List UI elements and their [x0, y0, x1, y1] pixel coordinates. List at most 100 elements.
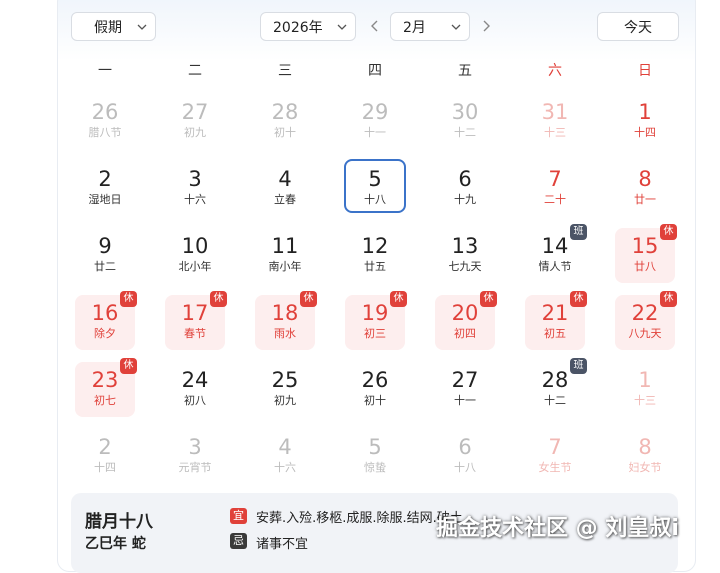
day-cell[interactable]: 31 十三: [525, 94, 585, 149]
day-cell[interactable]: 11 南小年: [255, 228, 315, 283]
day-number: 8: [638, 435, 652, 459]
lunar-label: 十八: [454, 461, 476, 474]
day-cell[interactable]: 27 十一: [435, 362, 495, 417]
weekday-label: 五: [458, 63, 472, 79]
day-cell[interactable]: 1 十三: [615, 362, 675, 417]
day-cell[interactable]: 17 春节休: [165, 291, 227, 350]
day-cell[interactable]: 3 元宵节: [165, 429, 225, 484]
day-number: 30: [451, 100, 479, 124]
day-cell[interactable]: 4 十六: [255, 429, 315, 484]
lunar-label: 十一: [454, 394, 476, 407]
day-number: 5: [368, 435, 382, 459]
day-cell[interactable]: 6 十九: [435, 161, 495, 216]
day-cell[interactable]: 30 十二: [435, 94, 495, 149]
day-cell[interactable]: 3 十六: [165, 161, 225, 216]
day-cell[interactable]: 26 腊八节: [75, 94, 135, 149]
day-number: 5: [368, 167, 382, 191]
day-cell[interactable]: 7 女生节: [525, 429, 585, 484]
day-cell[interactable]: 4 立春: [255, 161, 315, 216]
holiday-select-label: 假期: [94, 19, 122, 36]
day-number: 26: [91, 100, 119, 124]
day-number: 11: [271, 234, 299, 258]
yi-badge: 宜: [230, 508, 247, 524]
day-cell[interactable]: 1 十四: [615, 94, 675, 149]
lunar-label: 情人节: [538, 260, 572, 273]
day-cell[interactable]: 23 初七休: [75, 358, 137, 417]
day-cell[interactable]: 12 廿五: [345, 228, 405, 283]
day-cell[interactable]: 14 情人节班: [525, 224, 587, 283]
weekday-label: 六: [548, 63, 562, 79]
day-cell[interactable]: 24 初八: [165, 362, 225, 417]
day-cell[interactable]: 2 湿地日: [75, 161, 135, 216]
day-cell[interactable]: 13 七九天: [435, 228, 495, 283]
rest-badge: 休: [120, 291, 137, 307]
day-cell[interactable]: 16 除夕休: [75, 291, 137, 350]
day-cell[interactable]: 5 惊蛰: [345, 429, 405, 484]
workday-badge: 班: [570, 224, 587, 240]
lunar-label: 七九天: [448, 260, 482, 273]
lunar-label: 元宵节: [178, 461, 212, 474]
month-select-label: 2月: [403, 19, 426, 36]
yi-text: 安葬.入殓.移柩.成服.除服.结网.破土: [256, 511, 463, 526]
day-cell[interactable]: 6 十八: [435, 429, 495, 484]
lunar-label: 廿二: [94, 260, 116, 273]
day-number: 27: [451, 368, 479, 392]
day-cell[interactable]: 28 初十: [255, 94, 315, 149]
day-cell[interactable]: 28 十二班: [525, 358, 587, 417]
day-number: 29: [361, 100, 389, 124]
day-cell[interactable]: 8 廿一: [615, 161, 675, 216]
watermark: 掘金技术社区 @ 刘皇叔i: [436, 516, 679, 541]
day-cell[interactable]: 25 初九: [255, 362, 315, 417]
day-number: 6: [458, 167, 472, 191]
day-cell[interactable]: 18 雨水休: [255, 291, 317, 350]
lunar-label: 雨水: [274, 327, 296, 340]
day-cell[interactable]: 5 十八: [344, 159, 406, 213]
day-number: 1: [638, 368, 652, 392]
workday-badge: 班: [570, 358, 587, 374]
day-cell[interactable]: 8 妇女节: [615, 429, 675, 484]
day-cell[interactable]: 10 北小年: [165, 228, 225, 283]
rest-badge: 休: [660, 291, 677, 307]
day-cell[interactable]: 19 初三休: [345, 291, 407, 350]
lunar-label: 北小年: [178, 260, 212, 273]
day-cell[interactable]: 21 初五休: [525, 291, 587, 350]
day-cell[interactable]: 7 二十: [525, 161, 585, 216]
day-number: 25: [271, 368, 299, 392]
day-cell[interactable]: 29 十一: [345, 94, 405, 149]
lunar-label: 初九: [184, 126, 206, 139]
day-cell[interactable]: 9 廿二: [75, 228, 135, 283]
next-month-button[interactable]: [478, 17, 494, 35]
day-cell[interactable]: 20 初四休: [435, 291, 497, 350]
weekday-label: 日: [638, 63, 652, 79]
lunar-date: 腊月十八: [85, 512, 153, 532]
lunar-label: 除夕: [94, 327, 116, 340]
today-button[interactable]: 今天: [597, 12, 679, 41]
lunar-label: 十二: [454, 126, 476, 139]
holiday-select[interactable]: 假期: [71, 12, 156, 41]
day-number: 12: [361, 234, 389, 258]
day-cell[interactable]: 27 初九: [165, 94, 225, 149]
weekday-label: 二: [188, 63, 202, 79]
day-cell[interactable]: 22 八九天休: [615, 291, 677, 350]
day-cell[interactable]: 2 十四: [75, 429, 135, 484]
calendar-panel: [57, 0, 696, 572]
lunar-label: 南小年: [268, 260, 302, 273]
day-cell[interactable]: 26 初十: [345, 362, 405, 417]
rest-badge: 休: [570, 291, 587, 307]
day-number: 3: [188, 167, 202, 191]
day-number: 2: [98, 167, 112, 191]
day-number: 3: [188, 435, 202, 459]
day-number: 9: [98, 234, 112, 258]
prev-month-button[interactable]: [367, 17, 383, 35]
rest-badge: 休: [210, 291, 227, 307]
rest-badge: 休: [300, 291, 317, 307]
lunar-label: 廿八: [634, 260, 656, 273]
month-select[interactable]: 2月: [390, 12, 470, 41]
year-select[interactable]: 2026年: [260, 12, 356, 41]
day-number: 31: [541, 100, 569, 124]
ji-text: 诸事不宜: [256, 537, 309, 552]
day-number: 26: [361, 368, 389, 392]
day-cell[interactable]: 15 廿八休: [615, 224, 677, 283]
lunar-label: 十六: [184, 193, 206, 206]
day-number: 4: [278, 167, 292, 191]
